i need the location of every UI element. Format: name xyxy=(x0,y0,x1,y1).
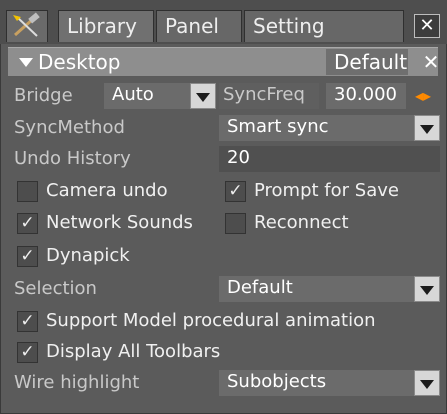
prompt-save-checkbox[interactable]: ✓ xyxy=(225,181,246,202)
support-model-label: Support Model procedural animation xyxy=(46,310,376,331)
bridge-dropdown[interactable]: Auto xyxy=(104,83,190,109)
section-title: Desktop xyxy=(38,50,121,74)
undo-history-input[interactable]: 20 xyxy=(219,146,440,172)
camera-undo-checkbox[interactable] xyxy=(17,181,38,202)
syncfreq-label: SyncFreq xyxy=(219,83,319,109)
desktop-section-header[interactable]: Desktop Default ✕ xyxy=(8,47,439,77)
tab-panel[interactable]: Panel xyxy=(156,10,242,42)
support-model-checkbox[interactable]: ✓ xyxy=(17,311,38,332)
display-toolbars-label: Display All Toolbars xyxy=(46,341,221,362)
close-panel-button[interactable]: ✕ xyxy=(414,14,440,38)
network-sounds-label: Network Sounds xyxy=(46,212,193,233)
collapse-triangle-icon[interactable] xyxy=(19,58,33,67)
camera-undo-label: Camera undo xyxy=(46,180,168,201)
selection-dropdown[interactable]: Default xyxy=(219,276,414,302)
prompt-save-label: Prompt for Save xyxy=(254,180,399,201)
wire-highlight-label: Wire highlight xyxy=(14,372,140,393)
chevron-down-icon xyxy=(420,125,434,134)
tools-icon xyxy=(13,12,40,37)
app-logo xyxy=(6,10,48,42)
selection-label: Selection xyxy=(14,278,97,299)
wire-highlight-dropdown-button[interactable] xyxy=(414,370,440,396)
syncmethod-dropdown[interactable]: Smart sync xyxy=(219,115,414,141)
reconnect-label: Reconnect xyxy=(254,212,349,233)
network-sounds-checkbox[interactable]: ✓ xyxy=(17,213,38,234)
display-toolbars-checkbox[interactable]: ✓ xyxy=(17,342,38,363)
dynapick-label: Dynapick xyxy=(46,245,130,266)
reconnect-checkbox[interactable] xyxy=(225,213,246,234)
chevron-down-icon xyxy=(196,93,210,102)
tab-setting[interactable]: Setting xyxy=(244,10,404,42)
wire-highlight-dropdown[interactable]: Subobjects xyxy=(219,370,414,396)
syncfreq-spinner-icon[interactable]: ◂▸ xyxy=(412,84,434,108)
syncfreq-input[interactable]: 30.000 xyxy=(326,83,406,109)
section-close-icon[interactable]: ✕ xyxy=(420,49,442,75)
tab-library[interactable]: Library xyxy=(58,10,154,42)
syncmethod-label: SyncMethod xyxy=(14,117,125,138)
bridge-dropdown-button[interactable] xyxy=(190,83,216,109)
selection-dropdown-button[interactable] xyxy=(414,276,440,302)
bridge-label: Bridge xyxy=(14,85,73,106)
undo-history-label: Undo History xyxy=(14,148,131,169)
dynapick-checkbox[interactable]: ✓ xyxy=(17,246,38,267)
syncmethod-dropdown-button[interactable] xyxy=(414,115,440,141)
chevron-down-icon xyxy=(420,286,434,295)
preset-selector[interactable]: Default xyxy=(326,49,408,75)
chevron-down-icon xyxy=(420,380,434,389)
